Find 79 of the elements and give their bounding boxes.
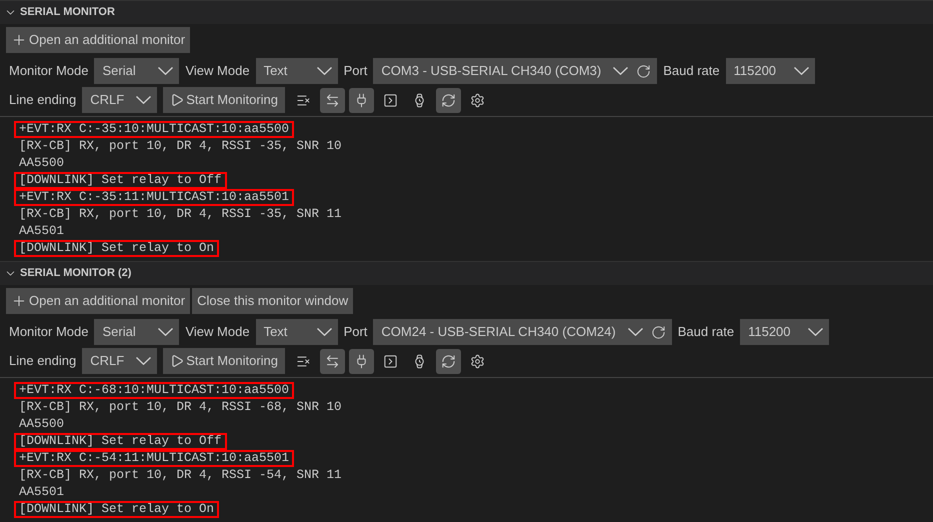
field-label: Line ending bbox=[9, 91, 76, 110]
output-line: AA5501 bbox=[18, 484, 66, 501]
chevron-down-icon bbox=[316, 328, 332, 336]
toolbar-toggle[interactable] bbox=[436, 88, 461, 112]
output-line: [RX-CB] RX, port 10, DR 4, RSSI -54, SNR 11 bbox=[18, 467, 343, 484]
dropdown-value: Text bbox=[264, 323, 288, 342]
chevron-down-icon bbox=[158, 67, 174, 75]
clear-output-icon bbox=[296, 92, 311, 108]
panel-header[interactable]: SERIAL MONITOR bbox=[0, 0, 933, 24]
dropdown[interactable]: 115200 bbox=[740, 319, 830, 345]
arrows-icon bbox=[325, 92, 340, 108]
field-label: Line ending bbox=[9, 352, 76, 370]
chevron-down-icon bbox=[136, 96, 152, 104]
field-label: Port bbox=[344, 62, 368, 80]
start-monitoring-button[interactable]: Start Monitoring bbox=[163, 87, 285, 113]
add-monitor-button[interactable]: Open an additional monitor bbox=[6, 27, 190, 53]
panel-title: SERIAL MONITOR (2) bbox=[20, 266, 132, 282]
output-line: [RX-CB] RX, port 10, DR 4, RSSI -35, SNR 10 bbox=[18, 138, 343, 155]
toolbar-toggle[interactable] bbox=[320, 88, 345, 112]
toolbar-toggle[interactable] bbox=[436, 348, 461, 374]
chevron-down-icon bbox=[808, 328, 824, 336]
dropdown[interactable]: CRLF bbox=[82, 348, 158, 374]
dropdown[interactable]: COM3 - USB-SERIAL CH340 (COM3) bbox=[373, 58, 658, 84]
field-label: Monitor Mode bbox=[9, 323, 88, 342]
dropdown-value: 115200 bbox=[748, 323, 791, 342]
play-icon bbox=[170, 354, 184, 368]
field-label: Monitor Mode bbox=[9, 62, 88, 80]
refresh-icon bbox=[441, 354, 456, 368]
output-line: [RX-CB] RX, port 10, DR 4, RSSI -68, SNR 10 bbox=[18, 399, 343, 416]
terminal-icon bbox=[383, 92, 398, 108]
dropdown[interactable]: Serial bbox=[94, 58, 180, 84]
dropdown-value: CRLF bbox=[90, 352, 124, 370]
dropdown[interactable]: Text bbox=[256, 58, 338, 84]
dropdown-value: Text bbox=[264, 62, 288, 80]
dropdown[interactable]: 115200 bbox=[726, 58, 815, 84]
dropdown-value: Serial bbox=[102, 323, 136, 342]
plus-icon bbox=[11, 293, 27, 309]
dropdown-value: 115200 bbox=[734, 62, 776, 80]
dropdown[interactable]: Serial bbox=[94, 319, 180, 345]
dropdown[interactable]: Text bbox=[256, 319, 338, 345]
output-line: [RX-CB] RX, port 10, DR 4, RSSI -35, SNR 11 bbox=[18, 206, 343, 223]
clear-output-icon bbox=[296, 354, 311, 368]
terminal-icon bbox=[383, 354, 398, 368]
output-line: AA5501 bbox=[18, 223, 66, 240]
add-monitor-button[interactable]: Open an additional monitor bbox=[6, 288, 190, 314]
refresh-icon[interactable] bbox=[636, 64, 652, 78]
toolbar-toggle[interactable] bbox=[320, 348, 345, 374]
plus-icon bbox=[11, 32, 27, 48]
refresh-icon[interactable] bbox=[650, 324, 666, 340]
field-label: Baud rate bbox=[678, 323, 734, 342]
chevron-down-icon bbox=[794, 67, 809, 75]
arrows-icon bbox=[325, 354, 340, 368]
output-line: AA5500 bbox=[18, 155, 66, 172]
play-icon bbox=[170, 93, 184, 107]
dropdown-value: COM24 - USB-SERIAL CH340 (COM24) bbox=[381, 323, 616, 342]
dropdown[interactable]: COM24 - USB-SERIAL CH340 (COM24) bbox=[373, 319, 672, 345]
panel-title: SERIAL MONITOR bbox=[20, 5, 115, 20]
chevron-down-icon bbox=[316, 67, 332, 75]
settings-icon bbox=[470, 354, 485, 368]
dropdown-value: CRLF bbox=[90, 91, 124, 110]
chevron-down-icon bbox=[136, 357, 152, 365]
toolbar-toggle[interactable] bbox=[349, 348, 374, 374]
dropdown-value: Serial bbox=[102, 62, 136, 80]
chevron-down-icon bbox=[158, 328, 174, 336]
chevron-down-icon bbox=[613, 67, 628, 75]
start-monitoring-button[interactable]: Start Monitoring bbox=[163, 348, 285, 374]
field-label: Port bbox=[344, 323, 368, 342]
field-label: Baud rate bbox=[663, 62, 720, 80]
field-label: View Mode bbox=[185, 62, 250, 80]
panel-header[interactable]: SERIAL MONITOR (2) bbox=[0, 261, 933, 285]
dropdown-value: COM3 - USB-SERIAL CH340 (COM3) bbox=[381, 62, 602, 80]
dropdown[interactable]: CRLF bbox=[82, 87, 158, 113]
toolbar-toggle[interactable] bbox=[349, 88, 374, 112]
chevron-down-icon bbox=[628, 328, 643, 336]
settings-icon bbox=[470, 92, 485, 108]
output-line: AA5500 bbox=[18, 416, 66, 433]
close-monitor-button[interactable]: Close this monitor window bbox=[192, 288, 354, 314]
refresh-icon bbox=[441, 92, 456, 108]
field-label: View Mode bbox=[185, 323, 250, 342]
